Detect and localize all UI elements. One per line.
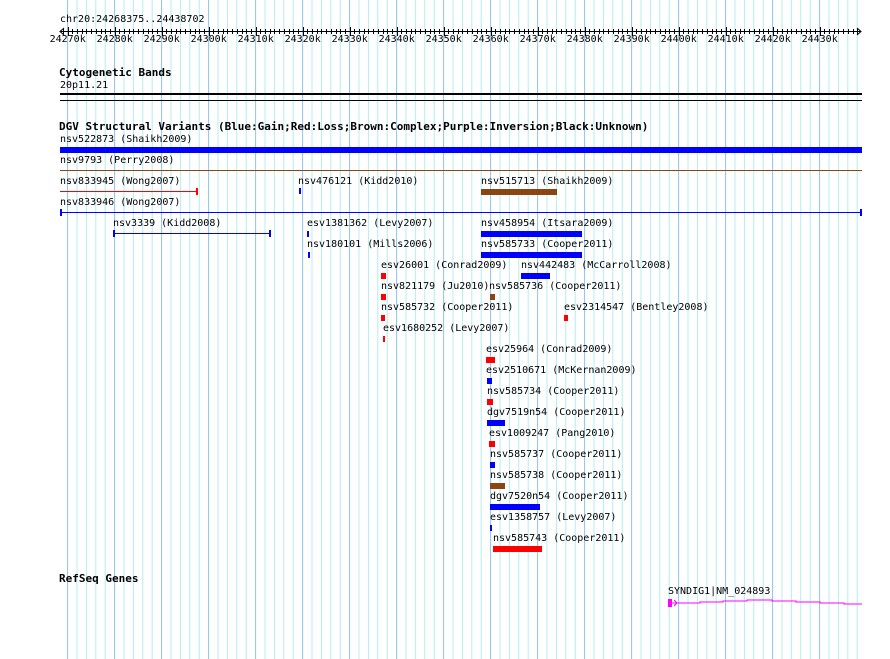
ruler-tick-label: 24350k: [425, 34, 462, 45]
variant-bar[interactable]: [490, 462, 495, 468]
ruler-tick-label: 24320k: [284, 34, 321, 45]
variant-bar[interactable]: [60, 170, 862, 171]
variant-label: nsv522873 (Shaikh2009): [60, 134, 193, 145]
variant-bar[interactable]: [308, 252, 310, 258]
variant-bar[interactable]: [481, 189, 557, 195]
variant-bar[interactable]: [490, 483, 505, 489]
variant-bar[interactable]: [489, 441, 495, 447]
variant-label: esv1009247 (Pang2010): [489, 428, 616, 439]
variant-bar[interactable]: [60, 147, 862, 153]
variant-bar[interactable]: [490, 504, 540, 510]
ruler-tick-label: 24370k: [519, 34, 556, 45]
track-divider: [60, 100, 862, 101]
variant-label: esv25964 (Conrad2009): [486, 344, 613, 355]
variant-bar[interactable]: [493, 546, 542, 552]
strand-arrow-icon: [672, 599, 678, 607]
variant-end-tick: [860, 209, 862, 216]
variant-bar[interactable]: [299, 188, 301, 194]
variant-bar[interactable]: [481, 252, 582, 258]
ruler-tick-label: 24270k: [49, 34, 86, 45]
variant-bar[interactable]: [521, 273, 550, 279]
variant-bar[interactable]: [381, 315, 385, 321]
variant-bar[interactable]: [490, 294, 495, 300]
variant-label: nsv442483 (McCarroll2008): [521, 260, 672, 271]
gene-model[interactable]: [665, 596, 865, 612]
ruler-tick-label: 24290k: [143, 34, 180, 45]
variant-label: esv2314547 (Bentley2008): [564, 302, 709, 313]
cytoband-label: 20p11.21: [60, 80, 109, 91]
ruler-tick-label: 24390k: [613, 34, 650, 45]
variant-end-tick: [113, 230, 115, 237]
variant-label: nsv585734 (Cooper2011): [487, 386, 620, 397]
variant-bar[interactable]: [307, 231, 309, 237]
variant-bar[interactable]: [564, 315, 568, 321]
variant-bar[interactable]: [486, 357, 495, 363]
variant-end-tick: [269, 230, 271, 237]
ruler-tick-label: 24410k: [707, 34, 744, 45]
ruler-tick-label: 24360k: [472, 34, 509, 45]
variant-label: nsv3339 (Kidd2008): [113, 218, 222, 229]
variant-label: nsv585736 (Cooper2011): [489, 281, 622, 292]
variant-label: nsv476121 (Kidd2010): [298, 176, 419, 187]
ruler-tick-label: 24310k: [237, 34, 274, 45]
refseq-track-title: RefSeq Genes: [59, 572, 139, 585]
variant-bar[interactable]: [487, 378, 492, 384]
ruler-tick-label: 24280k: [96, 34, 133, 45]
variant-bar[interactable]: [487, 420, 505, 426]
variant-label: nsv585743 (Cooper2011): [493, 533, 626, 544]
variant-label: nsv585733 (Cooper2011): [481, 239, 614, 250]
variant-bar[interactable]: [481, 231, 582, 237]
cytoband-line: [60, 93, 862, 95]
variant-bar[interactable]: [490, 525, 492, 531]
ruler-tick-label: 24430k: [801, 34, 838, 45]
variant-label: nsv585737 (Cooper2011): [490, 449, 623, 460]
region-label: chr20:24268375..24438702: [60, 14, 205, 25]
variant-bar[interactable]: [487, 399, 493, 405]
variant-label: nsv821179 (Ju2010): [381, 281, 490, 292]
variant-bar[interactable]: [60, 212, 862, 213]
ruler-tick-label: 24420k: [754, 34, 791, 45]
variant-label: dgv7520n54 (Cooper2011): [490, 491, 629, 502]
cytoband-track-title: Cytogenetic Bands: [59, 66, 172, 79]
variant-label: esv1680252 (Levy2007): [383, 323, 510, 334]
ruler-tick-label: 24380k: [566, 34, 603, 45]
ruler-tick-label: 24330k: [331, 34, 368, 45]
ruler-tick-label: 24340k: [378, 34, 415, 45]
variant-bar[interactable]: [383, 336, 385, 342]
variant-label: esv1381362 (Levy2007): [307, 218, 434, 229]
variant-label: nsv180101 (Mills2006): [307, 239, 434, 250]
ruler-tick-label: 24300k: [190, 34, 227, 45]
gene-exon: [668, 599, 672, 607]
variant-bar[interactable]: [381, 294, 386, 300]
variant-label: nsv515713 (Shaikh2009): [481, 176, 614, 187]
variant-label: nsv585738 (Cooper2011): [490, 470, 623, 481]
variant-end-tick: [60, 209, 62, 216]
gene-intron-line: [677, 599, 862, 605]
variant-label: esv1358757 (Levy2007): [490, 512, 617, 523]
variant-label: esv26001 (Conrad2009): [381, 260, 508, 271]
variant-bar[interactable]: [113, 233, 271, 234]
variant-bar[interactable]: [60, 191, 198, 192]
variant-label: dgv7519n54 (Cooper2011): [487, 407, 626, 418]
variant-label: nsv458954 (Itsara2009): [481, 218, 614, 229]
variant-label: nsv9793 (Perry2008): [60, 155, 175, 166]
variant-label: nsv833946 (Wong2007): [60, 197, 181, 208]
variant-label: nsv833945 (Wong2007): [60, 176, 181, 187]
variant-label: esv2510671 (McKernan2009): [486, 365, 637, 376]
ruler-tick-label: 24400k: [660, 34, 697, 45]
dgv-track-title: DGV Structural Variants (Blue:Gain;Red:L…: [59, 120, 649, 133]
variant-label: nsv585732 (Cooper2011): [381, 302, 514, 313]
variant-end-tick: [196, 188, 198, 195]
variant-bar[interactable]: [381, 273, 386, 279]
